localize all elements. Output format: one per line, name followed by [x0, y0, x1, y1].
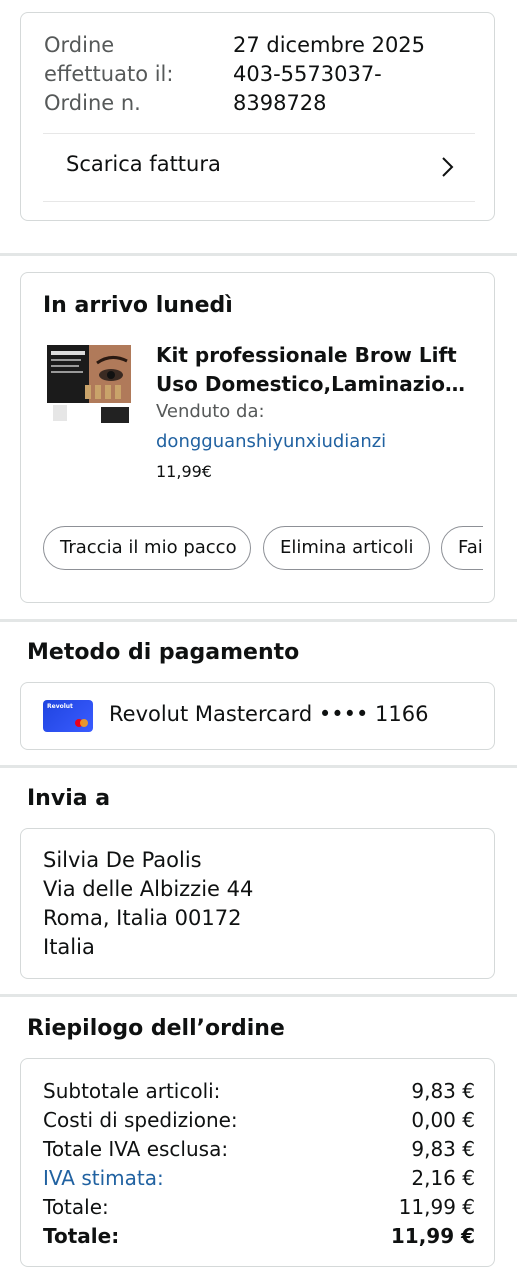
card-brand-label: Revolut [47, 703, 73, 710]
order-labels: Ordine effettuato il: Ordine n. [44, 31, 224, 118]
order-summary: Subtotale articoli: 9,83 € Costi di sped… [43, 1077, 475, 1251]
grand-total-label: Totale: [43, 1224, 120, 1248]
chevron-right-icon [442, 157, 454, 177]
estimated-vat-link[interactable]: IVA stimata: [43, 1164, 164, 1193]
track-package-button[interactable]: Traccia il mio pacco [43, 526, 251, 570]
order-number-label: Ordine n. [44, 91, 141, 115]
seller-link[interactable]: dongguanshiyunxiudianzi [156, 431, 386, 452]
product-title-line1: Kit professionale Brow Lift [156, 343, 457, 367]
order-number-value-line2: 8398728 [233, 91, 327, 115]
address-street: Via delle Albizzie 44 [43, 877, 254, 901]
order-date-label-line2: effettuato il: [44, 62, 174, 86]
order-info-card: Ordine effettuato il: Ordine n. 27 dicem… [20, 12, 495, 221]
sold-by-label: Venduto da: [156, 401, 265, 422]
subtotal-value: 9,83 € [411, 1079, 475, 1103]
shipping-cost-label: Costi di spedizione: [43, 1108, 238, 1132]
download-invoice-label: Scarica fattura [66, 152, 221, 176]
total-excl-vat-value: 9,83 € [411, 1137, 475, 1161]
summary-row: IVA stimata: 2,16 € [43, 1164, 475, 1193]
product-title[interactable]: Kit professionale Brow Lift Uso Domestic… [156, 341, 476, 399]
grand-total-value: 11,99 € [390, 1224, 475, 1248]
summary-row-grand-total: Totale: 11,99 € [43, 1222, 475, 1251]
total-label: Totale: [43, 1195, 109, 1219]
shipment-card: In arrivo lunedì Kit professionale Brow … [20, 272, 495, 603]
shipping-address: Silvia De Paolis Via delle Albizzie 44 R… [43, 846, 253, 962]
download-invoice-row[interactable]: Scarica fattura [43, 133, 475, 202]
shipping-address-card: Silvia De Paolis Via delle Albizzie 44 R… [20, 828, 495, 979]
subtotal-label: Subtotale articoli: [43, 1079, 221, 1103]
order-number-value-line1: 403-5573037- [233, 62, 382, 86]
product-price: 11,99€ [156, 462, 212, 481]
order-date-value: 27 dicembre 2025 [233, 33, 426, 57]
section-divider [0, 994, 517, 997]
section-divider [0, 765, 517, 768]
delete-items-button[interactable]: Elimina articoli [263, 526, 430, 570]
summary-row: Totale: 11,99 € [43, 1193, 475, 1222]
credit-card-icon: Revolut [43, 700, 93, 732]
order-values: 27 dicembre 2025 403-5573037- 8398728 [233, 31, 453, 118]
arrival-title: In arrivo lunedì [43, 293, 233, 318]
recipient-name: Silvia De Paolis [43, 848, 202, 872]
shipping-cost-value: 0,00 € [411, 1108, 475, 1132]
order-summary-card: Subtotale articoli: 9,83 € Costi di sped… [20, 1058, 495, 1267]
summary-row: Subtotale articoli: 9,83 € [43, 1077, 475, 1106]
shipment-actions: Traccia il mio pacco Elimina articoli Fa… [43, 526, 483, 572]
order-date-label-line1: Ordine [44, 33, 115, 57]
product-image[interactable] [45, 341, 133, 429]
summary-title: Riepilogo dell’ordine [27, 1016, 285, 1041]
product-title-line2: Uso Domestico,Laminazione Sopracciglia [156, 372, 476, 396]
section-divider [0, 253, 517, 256]
section-divider [0, 619, 517, 622]
estimated-vat-value: 2,16 € [411, 1166, 475, 1190]
address-city: Roma, Italia 00172 [43, 906, 242, 930]
summary-row: Costi di spedizione: 0,00 € [43, 1106, 475, 1135]
summary-row: Totale IVA esclusa: 9,83 € [43, 1135, 475, 1164]
payment-title: Metodo di pagamento [27, 640, 300, 665]
address-country: Italia [43, 935, 95, 959]
more-action-button[interactable]: Fai [441, 526, 483, 570]
payment-card: Revolut Revolut Mastercard •••• 1166 [20, 682, 495, 750]
total-value: 11,99 € [398, 1195, 475, 1219]
shipping-title: Invia a [27, 786, 111, 811]
total-excl-vat-label: Totale IVA esclusa: [43, 1137, 229, 1161]
payment-card-text: Revolut Mastercard •••• 1166 [109, 702, 429, 726]
